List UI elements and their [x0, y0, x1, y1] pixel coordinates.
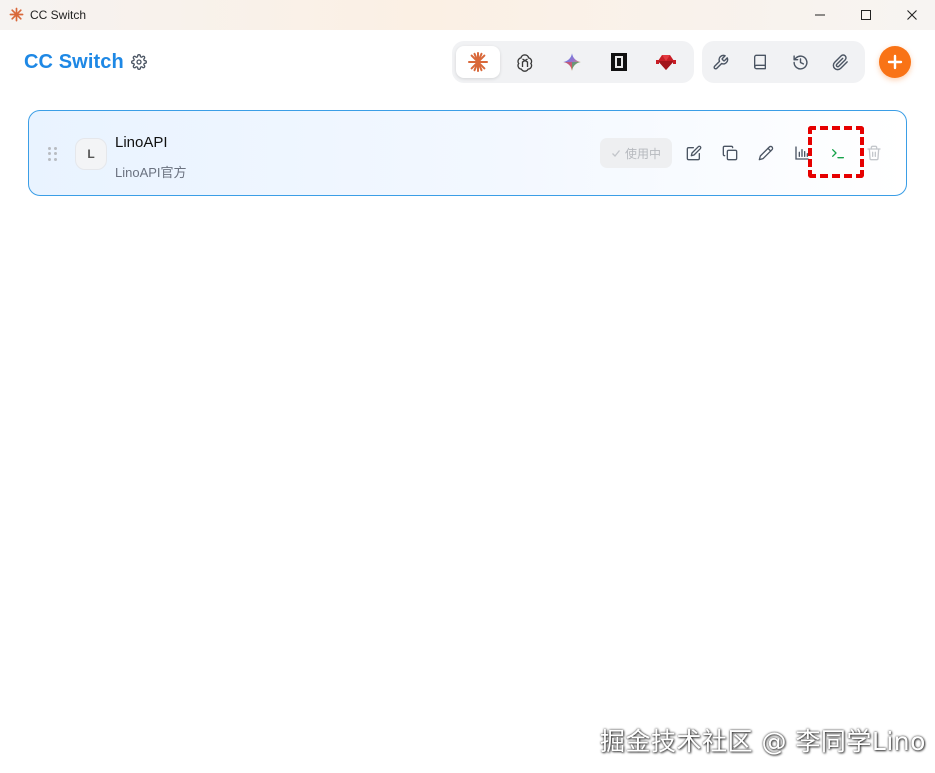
history-icon	[792, 54, 808, 70]
edit-button[interactable]	[683, 142, 705, 164]
check-icon	[612, 150, 620, 157]
history-button[interactable]	[788, 50, 812, 74]
pen-icon	[758, 145, 774, 161]
copy-icon	[722, 145, 738, 161]
app-tab-claude[interactable]	[456, 46, 500, 78]
trash-icon	[867, 145, 881, 161]
openai-icon	[517, 54, 533, 72]
ruby-icon	[656, 55, 676, 70]
provider-avatar: L	[75, 138, 107, 170]
add-provider-button[interactable]	[879, 46, 911, 78]
tools-group	[702, 41, 865, 83]
maximize-icon	[861, 10, 871, 20]
terminal-app-icon	[611, 53, 627, 71]
in-use-label: 使用中	[624, 146, 661, 161]
edit-icon	[686, 145, 702, 161]
gemini-icon	[563, 53, 581, 71]
app-tab-openai[interactable]	[503, 46, 547, 78]
book-icon	[754, 54, 766, 70]
watermark: 掘金技术社区 @ 李同学Lino	[600, 727, 926, 756]
claude-icon	[468, 52, 488, 72]
app-switcher	[452, 41, 694, 83]
brand-title: CC Switch	[24, 51, 124, 73]
minimize-icon	[815, 14, 825, 16]
plus-icon	[887, 54, 903, 70]
in-use-button[interactable]: 使用中	[600, 138, 672, 168]
minimize-button[interactable]	[797, 0, 843, 30]
docs-button[interactable]	[748, 50, 772, 74]
delete-button[interactable]	[863, 142, 885, 164]
paperclip-icon	[832, 53, 848, 70]
pen-button[interactable]	[755, 142, 777, 164]
provider-name: LinoAPI	[115, 134, 168, 151]
title-bar: CC Switch	[0, 0, 935, 30]
close-icon	[907, 10, 917, 20]
tools-button[interactable]	[708, 50, 732, 74]
settings-button[interactable]	[128, 51, 150, 73]
provider-card[interactable]: L LinoAPI LinoAPI官方 使用中	[28, 110, 907, 196]
provider-description: LinoAPI官方	[115, 165, 187, 180]
maximize-button[interactable]	[843, 0, 889, 30]
app-tab-gemini[interactable]	[550, 46, 594, 78]
app-logo-icon	[9, 7, 24, 22]
app-tab-terminal-app[interactable]	[597, 46, 641, 78]
window-title: CC Switch	[30, 8, 87, 22]
drag-handle[interactable]	[48, 147, 58, 161]
close-button[interactable]	[889, 0, 935, 30]
app-tab-ruby[interactable]	[644, 46, 688, 78]
gear-icon	[131, 54, 147, 70]
attachments-button[interactable]	[828, 50, 852, 74]
copy-button[interactable]	[719, 142, 741, 164]
highlight-annotation	[808, 126, 864, 178]
wrench-icon	[712, 54, 728, 70]
